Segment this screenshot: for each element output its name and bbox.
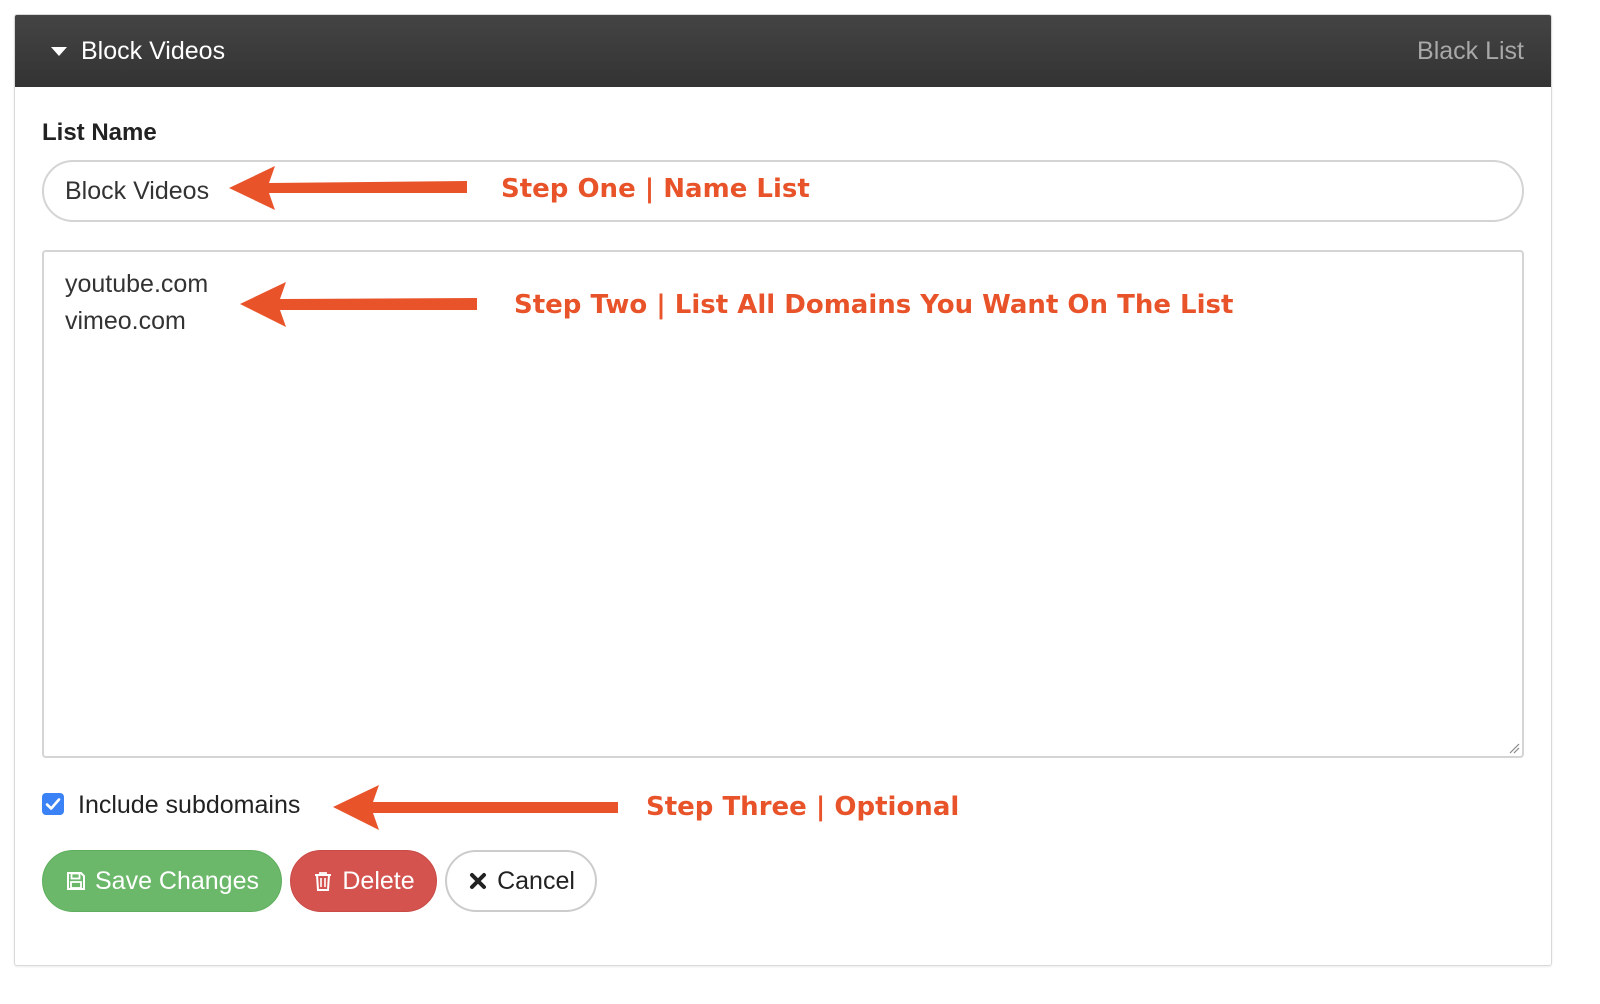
delete-label: Delete [342, 866, 415, 895]
resize-handle-icon[interactable] [1508, 742, 1520, 754]
save-changes-button[interactable]: Save Changes [42, 850, 282, 912]
step-one-annotation: Step One | Name List [501, 174, 810, 204]
arrow-left-icon [240, 282, 477, 327]
cancel-button[interactable]: Cancel [445, 850, 597, 912]
checkmark-icon [45, 798, 61, 810]
panel-header[interactable]: Block Videos Black List [15, 15, 1551, 87]
list-name-label: List Name [42, 119, 157, 146]
close-icon [470, 873, 487, 889]
cancel-label: Cancel [497, 866, 575, 895]
save-changes-label: Save Changes [94, 866, 259, 895]
step-three-annotation: Step Three | Optional [646, 792, 960, 822]
arrow-left-icon [333, 785, 618, 830]
panel-title: Block Videos [81, 37, 226, 65]
step-two-annotation: Step Two | List All Domains You Want On … [514, 290, 1234, 320]
arrow-left-icon [229, 166, 467, 210]
block-list-panel: Block Videos Black List List Name youtub… [14, 14, 1552, 966]
include-subdomains-label[interactable]: Include subdomains [78, 790, 300, 820]
delete-button[interactable]: Delete [290, 850, 437, 912]
list-type-label: Black List [1417, 37, 1524, 65]
trash-icon [315, 872, 332, 891]
caret-down-icon[interactable] [51, 47, 67, 56]
include-subdomains-checkbox[interactable] [42, 793, 64, 815]
floppy-disk-icon [66, 872, 85, 890]
